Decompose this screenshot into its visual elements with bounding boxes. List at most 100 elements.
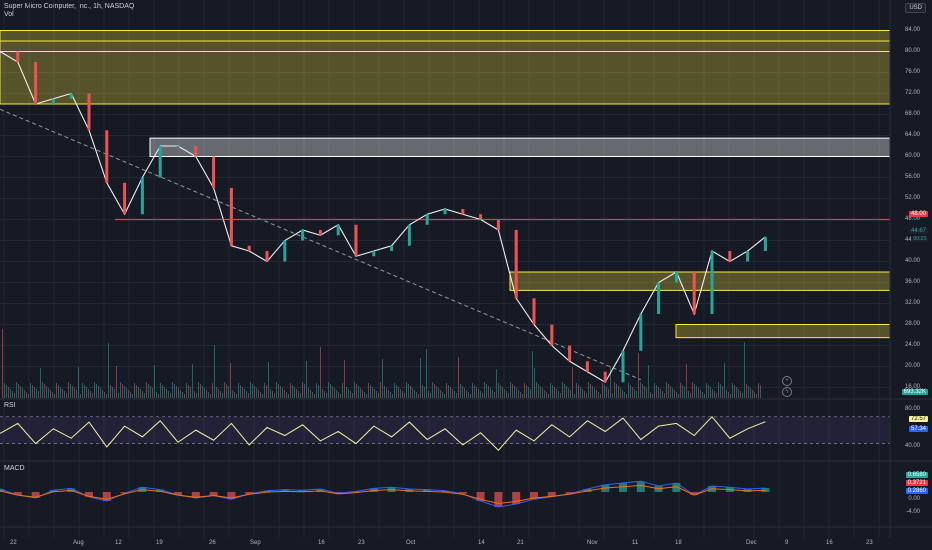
candle [194, 146, 198, 157]
volume-bar [540, 386, 541, 398]
volume-bar [554, 387, 555, 398]
last-price-tag: 44.67 [908, 228, 928, 234]
volume-bar [208, 392, 209, 398]
volume-bar [74, 388, 75, 398]
time-tick: 14 [478, 540, 485, 546]
volume-bar [164, 387, 165, 398]
candle [336, 224, 340, 236]
candle [247, 245, 251, 251]
volume-bar [82, 383, 83, 398]
volume-bar [152, 388, 153, 398]
price-tick: 64.00 [904, 131, 920, 138]
volume-bar [58, 385, 59, 398]
price-zone [149, 137, 891, 157]
volume-bar [692, 382, 693, 398]
price-tick: 72.00 [904, 89, 920, 96]
volume-bar [676, 392, 677, 398]
volume-bar [122, 384, 123, 398]
plus-icon[interactable]: + [782, 376, 792, 386]
volume-bar [620, 388, 621, 398]
volume-bar [526, 385, 527, 398]
volume-bar [16, 382, 17, 398]
volume-bar [732, 383, 733, 398]
volume-bar [184, 394, 185, 398]
time-tick: Oct [406, 540, 416, 546]
lightning-icon[interactable]: ϟ [782, 387, 792, 397]
candle [639, 314, 643, 351]
volume-bar [150, 386, 151, 398]
volume-bar [566, 386, 567, 398]
volume-bar [204, 388, 205, 398]
volume-bar [552, 385, 553, 398]
volume-bar [450, 387, 451, 398]
volume-bar [56, 383, 57, 398]
volume-bar [392, 394, 393, 398]
volume-bar [128, 390, 129, 398]
volume-bar [370, 385, 371, 398]
volume-bar [206, 390, 207, 398]
volume-bar [522, 394, 523, 398]
time-tick: 16 [826, 540, 833, 546]
volume-bar [480, 391, 481, 398]
candle [514, 230, 518, 299]
volume-bar [648, 365, 649, 398]
volume-bar [254, 386, 255, 398]
volume-bar [506, 391, 507, 398]
volume-bar [312, 392, 313, 398]
volume-value-tag: 693.32K [901, 389, 928, 395]
volume-bar [472, 383, 473, 398]
volume-bar [346, 387, 347, 398]
price-tick: 76.00 [904, 68, 920, 75]
volume-bar [628, 383, 629, 398]
price-chart[interactable] [0, 0, 932, 550]
volume-bar [680, 383, 681, 398]
volume-bar [460, 384, 461, 398]
volume-bar [612, 393, 613, 398]
rsi-pane [0, 415, 890, 452]
volume-bar [750, 388, 751, 398]
macd-line [0, 480, 766, 508]
volume-bar [212, 383, 213, 398]
volume-bar [92, 393, 93, 398]
volume-bar [170, 393, 171, 398]
rsi-label[interactable]: RSI [4, 402, 16, 409]
price-tick: 28.00 [904, 320, 920, 327]
macd-label[interactable]: MACD [4, 465, 25, 472]
volume-bar [6, 385, 7, 398]
candle [657, 282, 661, 314]
price-tick: 24.00 [904, 341, 920, 348]
volume-bar [252, 384, 253, 398]
volume-bar [242, 387, 243, 398]
volume-bar [630, 385, 631, 398]
volume-bar [758, 383, 759, 398]
volume-bar [668, 384, 669, 398]
volume-bar [714, 391, 715, 398]
volume-bar [410, 386, 411, 398]
volume-bar [496, 369, 497, 398]
candle [763, 236, 767, 251]
volume-bar [68, 382, 69, 398]
volume-bar [674, 390, 675, 398]
volume-bar [738, 389, 739, 398]
volume-bar [626, 394, 627, 398]
candle [140, 177, 144, 215]
volume-bar [18, 384, 19, 398]
volume-bar [42, 382, 43, 398]
candle [746, 251, 750, 262]
volume-bar [246, 391, 247, 398]
volume-bar [380, 382, 381, 398]
volume-bar [696, 386, 697, 398]
volume-bar [234, 392, 235, 398]
volume-bar [558, 391, 559, 398]
volume-bar [344, 360, 345, 398]
volume-bar [352, 393, 353, 398]
volume-bar [198, 382, 199, 398]
volume-bar [562, 382, 563, 398]
volume-bar [660, 389, 661, 398]
volume-bar [710, 387, 711, 398]
volume-bar [182, 392, 183, 398]
volume-bar [576, 383, 577, 398]
volume-bar [430, 393, 431, 398]
volume-bar [338, 392, 339, 398]
volume-bar [62, 389, 63, 398]
